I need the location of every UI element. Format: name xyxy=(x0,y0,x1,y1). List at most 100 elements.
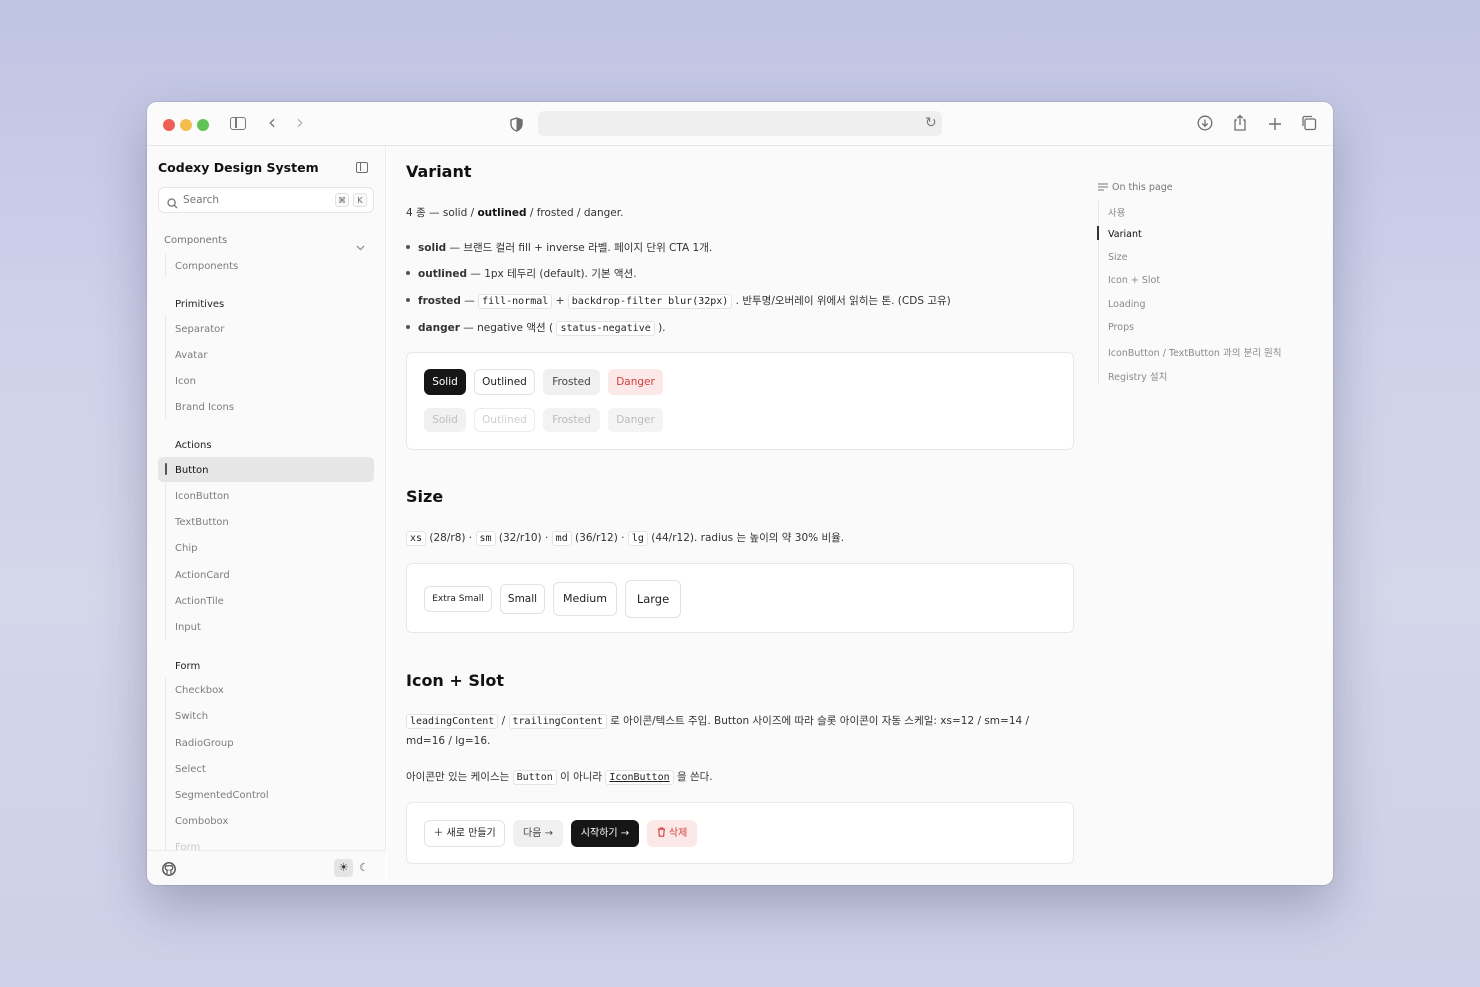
search-input[interactable]: Search ⌘ K xyxy=(158,187,374,213)
close-window-button[interactable] xyxy=(163,119,175,131)
bullet-desc: — 1px 테두리 (default). 기본 액션. xyxy=(467,268,637,280)
sidebar-item-components[interactable]: Components xyxy=(175,261,238,272)
toc-item-separation-principle[interactable]: IconButton / TextButton 과의 분리 원칙 xyxy=(1108,345,1281,359)
next-button[interactable]: 다음 → xyxy=(513,820,563,847)
frosted-button[interactable]: Frosted xyxy=(543,369,600,395)
inline-code: lg xyxy=(627,531,648,546)
button-label: 삭제 xyxy=(668,828,688,839)
arrow-right-icon: → xyxy=(620,828,630,839)
sidebar-item-switch[interactable]: Switch xyxy=(175,711,208,722)
sidebar-item-checkbox[interactable]: Checkbox xyxy=(175,685,224,696)
collapse-sidebar-icon[interactable] xyxy=(356,162,368,173)
sidebar-item-iconbutton[interactable]: IconButton xyxy=(175,491,229,502)
sidebar-toggle-icon[interactable] xyxy=(230,117,246,130)
toc-item-size[interactable]: Size xyxy=(1108,252,1128,263)
size-text: (28/r8) · xyxy=(426,532,476,544)
bullet-solid: solid — 브랜드 컬러 fill + inverse 라벨. 페이지 단위… xyxy=(406,240,712,255)
sidebar-item-select[interactable]: Select xyxy=(175,764,206,775)
button-label: 새로 만들기 xyxy=(446,828,496,839)
button-label: 다음 xyxy=(523,828,542,839)
bullet-term: frosted xyxy=(418,295,461,307)
section-title-variant: Variant xyxy=(406,162,472,181)
sidebar-item-icon[interactable]: Icon xyxy=(175,376,196,387)
outlined-button[interactable]: Outlined xyxy=(474,369,535,395)
extra-small-button[interactable]: Extra Small xyxy=(424,586,492,612)
share-icon[interactable] xyxy=(1233,114,1247,136)
sidebar-item-combobox[interactable]: Combobox xyxy=(175,816,228,827)
toc-item-usage[interactable]: 사용 xyxy=(1108,205,1125,219)
bullet-outlined: outlined — 1px 테두리 (default). 기본 액션. xyxy=(406,266,637,281)
inline-code: xs xyxy=(406,531,427,546)
main-content: Variant 4 종 — solid / outlined / frosted… xyxy=(387,146,1333,885)
new-tab-icon[interactable] xyxy=(1268,116,1282,135)
list-icon xyxy=(1098,183,1108,194)
intro-text: 4 종 — solid / xyxy=(406,207,478,219)
nav-rail xyxy=(165,678,166,850)
bullet-desc-end: ). xyxy=(654,322,666,334)
search-placeholder: Search xyxy=(183,194,220,206)
note-text: 을 쓴다. xyxy=(673,771,713,783)
sidebar-item-segmentedcontrol[interactable]: SegmentedControl xyxy=(175,790,269,801)
reload-icon[interactable]: ↻ xyxy=(925,115,937,131)
toc-item-icon-slot[interactable]: Icon + Slot xyxy=(1108,275,1160,286)
frosted-button-disabled: Frosted xyxy=(543,408,600,432)
sidebar-item-textbutton[interactable]: TextButton xyxy=(175,517,229,528)
address-bar[interactable]: ↻ xyxy=(538,111,942,136)
bullet-dash: — xyxy=(460,295,479,307)
zoom-window-button[interactable] xyxy=(197,119,209,131)
chevron-down-icon[interactable] xyxy=(356,236,365,255)
inline-code: trailingContent xyxy=(508,714,607,729)
delete-button[interactable]: 삭제 xyxy=(647,820,697,847)
sidebar-item-radiogroup[interactable]: RadioGroup xyxy=(175,738,234,749)
sidebar-item-actioncard[interactable]: ActionCard xyxy=(175,570,230,581)
nav-section-actions: Actions xyxy=(175,440,212,451)
toc-item-props[interactable]: Props xyxy=(1108,322,1134,333)
intro-bold: outlined xyxy=(477,207,527,219)
sidebar-item-separator[interactable]: Separator xyxy=(175,324,224,335)
start-button[interactable]: 시작하기 → xyxy=(571,820,639,847)
sidebar-item-button[interactable]: Button xyxy=(175,465,209,476)
toc-item-registry-install[interactable]: Registry 설치 xyxy=(1108,369,1167,383)
download-icon[interactable] xyxy=(1197,115,1213,135)
bullet-term: danger xyxy=(418,322,460,334)
sidebar-item-input[interactable]: Input xyxy=(175,622,201,633)
bullet-term: outlined xyxy=(418,268,468,280)
section-title-size: Size xyxy=(406,487,444,506)
sidebar-item-brand-icons[interactable]: Brand Icons xyxy=(175,402,234,413)
iconbutton-link[interactable]: IconButton xyxy=(605,770,674,785)
moon-icon: ☾ xyxy=(359,861,369,874)
shield-icon[interactable] xyxy=(510,117,523,136)
solid-button[interactable]: Solid xyxy=(424,369,466,395)
large-button[interactable]: Large xyxy=(625,580,681,618)
toc-heading-text: On this page xyxy=(1112,182,1173,193)
trash-icon xyxy=(657,821,666,848)
danger-button[interactable]: Danger xyxy=(608,369,663,395)
sidebar-item-actiontile[interactable]: ActionTile xyxy=(175,596,224,607)
forward-icon[interactable]: › xyxy=(296,112,304,132)
toc-item-loading[interactable]: Loading xyxy=(1108,299,1145,310)
shortcut-k-key: K xyxy=(353,193,367,207)
slot-description-line1: leadingContent / trailingContent 로 아이콘/텍… xyxy=(406,713,1029,729)
intro-text-end: / frosted / danger. xyxy=(526,207,624,219)
back-icon[interactable]: ‹ xyxy=(268,112,276,132)
medium-button[interactable]: Medium xyxy=(553,582,617,616)
nav-group-components[interactable]: Components xyxy=(164,235,227,246)
small-button[interactable]: Small xyxy=(500,584,545,614)
toc-item-variant[interactable]: Variant xyxy=(1108,229,1142,240)
slot-demo-card: ＋ 새로 만들기 다음 → 시작하기 → 삭제 xyxy=(406,802,1074,864)
browser-toolbar: ‹ › ↻ xyxy=(147,102,1333,146)
sidebar-item-chip[interactable]: Chip xyxy=(175,543,197,554)
nav-section-primitives: Primitives xyxy=(175,299,225,310)
sidebar-item-avatar[interactable]: Avatar xyxy=(175,350,207,361)
shortcut-cmd-key: ⌘ xyxy=(335,193,349,207)
tabs-overview-icon[interactable] xyxy=(1301,115,1317,135)
nav-section-form: Form xyxy=(175,661,201,672)
create-new-button[interactable]: ＋ 새로 만들기 xyxy=(424,820,505,847)
slot-separator: / xyxy=(498,715,509,727)
minimize-window-button[interactable] xyxy=(180,119,192,131)
inline-code: fill-normal xyxy=(478,294,553,309)
light-mode-toggle[interactable]: ☀ xyxy=(334,859,353,877)
variant-demo-card: Solid Outlined Frosted Danger Solid Outl… xyxy=(406,352,1074,450)
github-icon[interactable] xyxy=(162,861,176,880)
dark-mode-toggle[interactable]: ☾ xyxy=(355,859,373,877)
